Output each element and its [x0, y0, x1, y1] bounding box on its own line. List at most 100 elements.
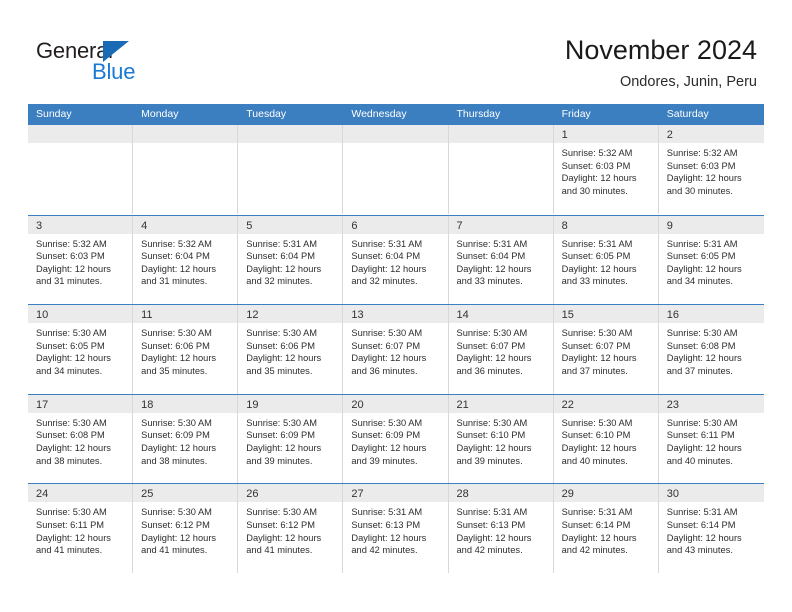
day-info: Sunrise: 5:30 AM Sunset: 6:10 PM Daylight:… [449, 413, 553, 467]
sunset-text: Sunset: 6:07 PM [351, 340, 421, 351]
day-cell[interactable]: 23 Sunrise: 5:30 AM Sunset: 6:11 PM Dayligh… [658, 394, 764, 484]
day-info: Sunrise: 5:31 AM Sunset: 6:13 PM Daylight:… [343, 502, 447, 556]
day-info: Sunrise: 5:30 AM Sunset: 6:07 PM Daylight:… [449, 323, 553, 377]
sunset-text: Sunset: 6:03 PM [561, 160, 631, 171]
day-cell[interactable]: 2 Sunrise: 5:32 AM Sunset: 6:03 PM Daylight… [658, 125, 764, 214]
sunset-text: Sunset: 6:07 PM [456, 340, 526, 351]
day-cell[interactable]: 15 Sunrise: 5:30 AM Sunset: 6:07 PM Dayligh… [553, 305, 659, 394]
day-number-strip: 27 [343, 484, 448, 503]
day-cell[interactable]: 3 Sunrise: 5:32 AM Sunset: 6:03 PM Daylight… [28, 215, 134, 305]
day-cell[interactable]: 20 Sunrise: 5:30 AM Sunset: 6:09 PM Dayligh… [343, 394, 449, 484]
daylight-text-line2: and 43 minutes. [666, 545, 733, 556]
day-cell[interactable]: 18 Sunrise: 5:30 AM Sunset: 6:09 PM Dayligh… [133, 394, 239, 484]
day-cell[interactable]: 11 Sunrise: 5:30 AM Sunset: 6:06 PM Dayligh… [133, 305, 239, 394]
daylight-text-line2: and 37 minutes. [561, 365, 628, 376]
day-cell[interactable]: 16 Sunrise: 5:30 AM Sunset: 6:08 PM Dayligh… [658, 305, 764, 394]
day-cell[interactable]: 26 Sunrise: 5:30 AM Sunset: 6:12 PM Dayligh… [238, 484, 344, 573]
day-number: 2 [666, 129, 673, 141]
daylight-text-line2: and 42 minutes. [351, 545, 418, 556]
day-number: 4 [141, 219, 148, 232]
daylight-text-line1: Daylight: 12 hours [246, 263, 322, 274]
day-number: 1 [561, 129, 568, 141]
daylight-text-line2: and 34 minutes. [666, 276, 733, 287]
day-cell[interactable]: 14 Sunrise: 5:30 AM Sunset: 6:07 PM Dayligh… [448, 305, 554, 394]
day-number: 26 [246, 488, 259, 501]
sunrise-text: Sunrise: 5:30 AM [36, 328, 107, 339]
daylight-text-line1: Daylight: 12 hours [141, 263, 217, 274]
day-number: 29 [561, 488, 574, 501]
day-info: Sunrise: 5:32 AM Sunset: 6:03 PM Daylight:… [28, 234, 132, 288]
day-number: 15 [561, 309, 574, 322]
daylight-text-line2: and 32 minutes. [246, 276, 313, 287]
day-cell[interactable]: 6 Sunrise: 5:31 AM Sunset: 6:04 PM Daylight… [343, 215, 449, 305]
day-number-strip [343, 125, 448, 143]
weekday-header-thursday: Thursday [456, 108, 501, 120]
day-cell[interactable]: 28 Sunrise: 5:31 AM Sunset: 6:13 PM Dayligh… [448, 484, 554, 573]
day-number-strip: 21 [448, 394, 553, 413]
daylight-text-line1: Daylight: 12 hours [456, 442, 532, 453]
day-info: Sunrise: 5:32 AM Sunset: 6:03 PM Daylight:… [659, 143, 764, 197]
day-cell[interactable]: 24 Sunrise: 5:30 AM Sunset: 6:11 PM Dayligh… [28, 484, 134, 573]
day-number: 30 [666, 488, 679, 501]
day-cell[interactable]: 17 Sunrise: 5:30 AM Sunset: 6:08 PM Dayligh… [28, 394, 134, 484]
daylight-text-line1: Daylight: 12 hours [666, 173, 742, 184]
day-number: 9 [666, 219, 673, 232]
day-cell[interactable]: 12 Sunrise: 5:30 AM Sunset: 6:06 PM Dayligh… [238, 305, 344, 394]
daylight-text-line1: Daylight: 12 hours [246, 353, 322, 364]
day-cell[interactable]: 7 Sunrise: 5:31 AM Sunset: 6:04 PM Daylight… [448, 215, 554, 305]
day-cell[interactable]: 1 Sunrise: 5:32 AM Sunset: 6:03 PM Daylight… [553, 125, 659, 214]
day-info: Sunrise: 5:30 AM Sunset: 6:07 PM Daylight:… [554, 323, 658, 377]
daylight-text-line2: and 33 minutes. [561, 276, 628, 287]
day-info: Sunrise: 5:30 AM Sunset: 6:08 PM Daylight:… [28, 413, 132, 467]
day-cell[interactable]: 9 Sunrise: 5:31 AM Sunset: 6:05 PM Daylight… [658, 215, 764, 305]
sunset-text: Sunset: 6:06 PM [141, 340, 210, 351]
day-cell[interactable]: 29 Sunrise: 5:31 AM Sunset: 6:14 PM Dayligh… [553, 484, 659, 573]
brand-logo[interactable]: General Blue [36, 38, 176, 84]
sunset-text: Sunset: 6:04 PM [351, 251, 421, 262]
sunrise-text: Sunrise: 5:31 AM [666, 238, 738, 249]
sunset-text: Sunset: 6:13 PM [351, 519, 421, 530]
day-number-strip [28, 125, 133, 143]
weekday-header-monday: Monday [141, 108, 179, 120]
day-number-strip: 23 [658, 394, 764, 413]
day-number: 21 [456, 398, 469, 411]
day-info: Sunrise: 5:31 AM Sunset: 6:05 PM Daylight:… [554, 234, 658, 288]
day-cell[interactable]: 30 Sunrise: 5:31 AM Sunset: 6:14 PM Dayligh… [658, 484, 764, 573]
daylight-text-line2: and 31 minutes. [141, 276, 208, 287]
day-cell[interactable]: 10 Sunrise: 5:30 AM Sunset: 6:05 PM Dayligh… [28, 305, 134, 394]
day-cell[interactable]: 4 Sunrise: 5:32 AM Sunset: 6:04 PM Daylight… [133, 215, 239, 305]
daylight-text-line1: Daylight: 12 hours [141, 442, 217, 453]
day-number-strip: 12 [238, 305, 343, 324]
sunrise-text: Sunrise: 5:30 AM [666, 417, 738, 428]
title-block: November 2024 Ondores, Junin, Peru [565, 34, 757, 92]
day-cell[interactable]: 19 Sunrise: 5:30 AM Sunset: 6:09 PM Dayligh… [238, 394, 344, 484]
day-cell[interactable]: 5 Sunrise: 5:31 AM Sunset: 6:04 PM Daylight… [238, 215, 344, 305]
day-number: 5 [246, 219, 253, 232]
day-number-strip: 14 [448, 305, 553, 324]
day-number: 13 [351, 309, 364, 322]
day-cell[interactable]: 21 Sunrise: 5:30 AM Sunset: 6:10 PM Dayligh… [448, 394, 554, 484]
daylight-text-line2: and 35 minutes. [246, 365, 313, 376]
day-info: Sunrise: 5:30 AM Sunset: 6:09 PM Daylight:… [343, 413, 447, 467]
day-cell[interactable]: 13 Sunrise: 5:30 AM Sunset: 6:07 PM Dayligh… [343, 305, 449, 394]
day-number-strip: 3 [28, 215, 133, 234]
daylight-text-line2: and 42 minutes. [456, 545, 523, 556]
day-cell[interactable]: 8 Sunrise: 5:31 AM Sunset: 6:05 PM Daylight… [553, 215, 659, 305]
day-number: 7 [456, 219, 463, 232]
sunset-text: Sunset: 6:12 PM [141, 519, 210, 530]
day-cell-empty [238, 125, 344, 214]
week-row: 3 Sunrise: 5:32 AM Sunset: 6:03 PM Daylight… [28, 214, 764, 305]
sunset-text: Sunset: 6:05 PM [666, 251, 736, 262]
day-cell[interactable]: 22 Sunrise: 5:30 AM Sunset: 6:10 PM Dayligh… [553, 394, 659, 484]
day-number: 10 [36, 309, 49, 322]
daylight-text-line2: and 42 minutes. [561, 545, 628, 556]
day-cell[interactable]: 27 Sunrise: 5:31 AM Sunset: 6:13 PM Dayligh… [343, 484, 449, 573]
day-number-strip: 25 [133, 484, 238, 503]
day-number-strip: 19 [238, 394, 343, 413]
sunset-text: Sunset: 6:05 PM [36, 340, 105, 351]
sunrise-text: Sunrise: 5:30 AM [141, 328, 212, 339]
day-number-strip: 13 [343, 305, 448, 324]
day-cell[interactable]: 25 Sunrise: 5:30 AM Sunset: 6:12 PM Dayligh… [133, 484, 239, 573]
day-number: 20 [351, 398, 364, 411]
day-number-strip: 5 [238, 215, 343, 234]
